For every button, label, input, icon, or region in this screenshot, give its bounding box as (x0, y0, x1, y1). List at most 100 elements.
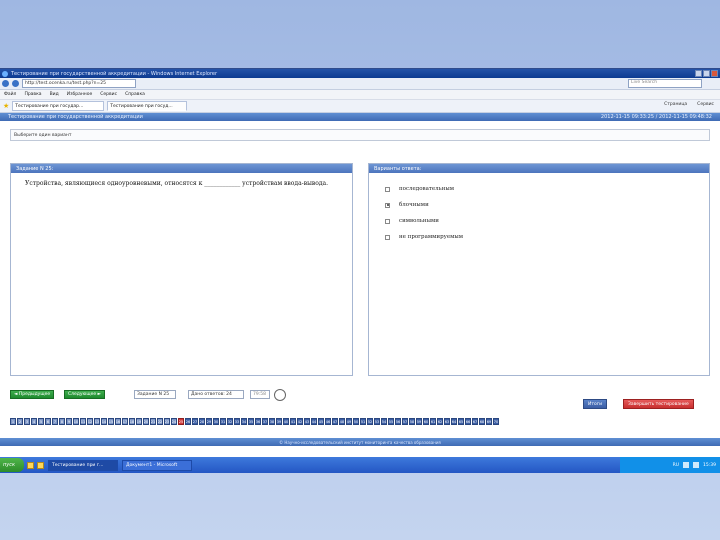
question-number-button[interactable]: 60 (423, 418, 429, 425)
back-icon[interactable] (2, 80, 9, 87)
question-number-button[interactable]: 1 (10, 418, 16, 425)
question-number-button[interactable]: 20 (143, 418, 149, 425)
quicklaunch-icon[interactable] (37, 461, 44, 469)
question-number-button[interactable]: 26 (185, 418, 191, 425)
question-number-button[interactable]: 6 (45, 418, 51, 425)
page-menu[interactable]: Страница (664, 102, 687, 107)
menu-item-edit[interactable]: Правка (24, 92, 41, 97)
question-number-button[interactable]: 29 (206, 418, 212, 425)
question-number-button[interactable]: 2 (17, 418, 23, 425)
question-number-button[interactable]: 28 (199, 418, 205, 425)
question-number-button[interactable]: 11 (80, 418, 86, 425)
question-number-button[interactable]: 67 (472, 418, 478, 425)
answer-option-4[interactable]: не программируемым (385, 229, 709, 245)
question-number-button[interactable]: 45 (318, 418, 324, 425)
question-number-button[interactable]: 4 (31, 418, 37, 425)
taskbar-item-browser[interactable]: Тестирование при г... (48, 459, 118, 471)
answer-checkbox[interactable] (385, 186, 390, 192)
question-number-button[interactable]: 15 (108, 418, 114, 425)
tab-1[interactable]: Тестирование при государ... (12, 101, 105, 111)
question-number-button[interactable]: 64 (451, 418, 457, 425)
question-number-button[interactable]: 33 (234, 418, 240, 425)
question-number-button[interactable]: 21 (150, 418, 156, 425)
question-number-button[interactable]: 32 (227, 418, 233, 425)
minimize-button[interactable] (695, 70, 702, 77)
question-number-button[interactable]: 61 (430, 418, 436, 425)
question-number-button[interactable]: 39 (276, 418, 282, 425)
start-button[interactable]: пуск (0, 458, 24, 472)
question-number-button[interactable]: 22 (157, 418, 163, 425)
question-number-button[interactable]: 9 (66, 418, 72, 425)
question-number-button[interactable]: 46 (325, 418, 331, 425)
finish-test-button[interactable]: Завершить тестирование (623, 399, 694, 409)
forward-icon[interactable] (12, 80, 19, 87)
question-number-button[interactable]: 31 (220, 418, 226, 425)
question-number-button[interactable]: 13 (94, 418, 100, 425)
question-number-button[interactable]: 16 (115, 418, 121, 425)
question-number-button[interactable]: 41 (290, 418, 296, 425)
question-number-button[interactable]: 23 (164, 418, 170, 425)
answer-option-2[interactable]: блочными (385, 197, 709, 213)
answer-option-3[interactable]: символьными (385, 213, 709, 229)
menu-item-file[interactable]: Файл (4, 92, 16, 97)
tray-icon[interactable] (693, 462, 700, 468)
question-number-button[interactable]: 48 (339, 418, 345, 425)
next-button[interactable]: Следующее ► (64, 390, 106, 399)
question-number-button[interactable]: 43 (304, 418, 310, 425)
question-number-button[interactable]: 59 (416, 418, 422, 425)
tools-menu[interactable]: Сервис (697, 102, 714, 107)
quicklaunch-icon[interactable] (27, 461, 34, 469)
question-number-button[interactable]: 37 (262, 418, 268, 425)
question-number-button[interactable]: 63 (444, 418, 450, 425)
taskbar-item-word[interactable]: Документ1 - Microsoft (122, 459, 192, 471)
question-number-button[interactable]: 25 (178, 418, 184, 425)
question-number-button[interactable]: 68 (479, 418, 485, 425)
answer-option-1[interactable]: последовательным (385, 181, 709, 197)
question-number-button[interactable]: 35 (248, 418, 254, 425)
question-number-button[interactable]: 47 (332, 418, 338, 425)
question-number-button[interactable]: 55 (388, 418, 394, 425)
prev-button[interactable]: ◄ Предыдущее (10, 390, 55, 399)
question-number-button[interactable]: 65 (458, 418, 464, 425)
question-number-button[interactable]: 53 (374, 418, 380, 425)
question-number-button[interactable]: 24 (171, 418, 177, 425)
close-button[interactable] (711, 70, 718, 77)
question-number-button[interactable]: 57 (402, 418, 408, 425)
answer-checkbox[interactable] (385, 218, 390, 224)
tray-icon[interactable] (683, 462, 690, 468)
question-number-button[interactable]: 34 (241, 418, 247, 425)
answer-checkbox[interactable] (385, 202, 390, 208)
question-number-button[interactable]: 8 (59, 418, 65, 425)
question-number-button[interactable]: 42 (297, 418, 303, 425)
question-number-button[interactable]: 58 (409, 418, 415, 425)
question-number-button[interactable]: 66 (465, 418, 471, 425)
question-number-button[interactable]: 19 (136, 418, 142, 425)
question-number-button[interactable]: 10 (73, 418, 79, 425)
url-input[interactable]: http://test.ocenka.ru/test.php?n=25 (22, 79, 136, 88)
question-number-button[interactable]: 7 (52, 418, 58, 425)
search-input[interactable]: Live Search (628, 79, 702, 88)
language-indicator[interactable]: RU (673, 463, 679, 468)
question-number-button[interactable]: 18 (129, 418, 135, 425)
question-number-button[interactable]: 69 (486, 418, 492, 425)
question-number-button[interactable]: 36 (255, 418, 261, 425)
favorites-star-icon[interactable]: ★ (3, 102, 9, 110)
answer-checkbox[interactable] (385, 234, 390, 240)
question-number-button[interactable]: 44 (311, 418, 317, 425)
question-number-button[interactable]: 51 (360, 418, 366, 425)
menu-item-tools[interactable]: Сервис (100, 92, 117, 97)
question-number-button[interactable]: 12 (87, 418, 93, 425)
question-number-button[interactable]: 5 (38, 418, 44, 425)
question-number-button[interactable]: 62 (437, 418, 443, 425)
menu-item-help[interactable]: Справка (125, 92, 145, 97)
question-number-button[interactable]: 52 (367, 418, 373, 425)
question-number-button[interactable]: 27 (192, 418, 198, 425)
maximize-button[interactable] (703, 70, 710, 77)
results-button[interactable]: Итоги (583, 399, 608, 409)
question-number-button[interactable]: 54 (381, 418, 387, 425)
menu-item-favorites[interactable]: Избранное (67, 92, 93, 97)
question-number-button[interactable]: 38 (269, 418, 275, 425)
question-number-button[interactable]: 49 (346, 418, 352, 425)
question-number-button[interactable]: 40 (283, 418, 289, 425)
question-number-button[interactable]: 3 (24, 418, 30, 425)
